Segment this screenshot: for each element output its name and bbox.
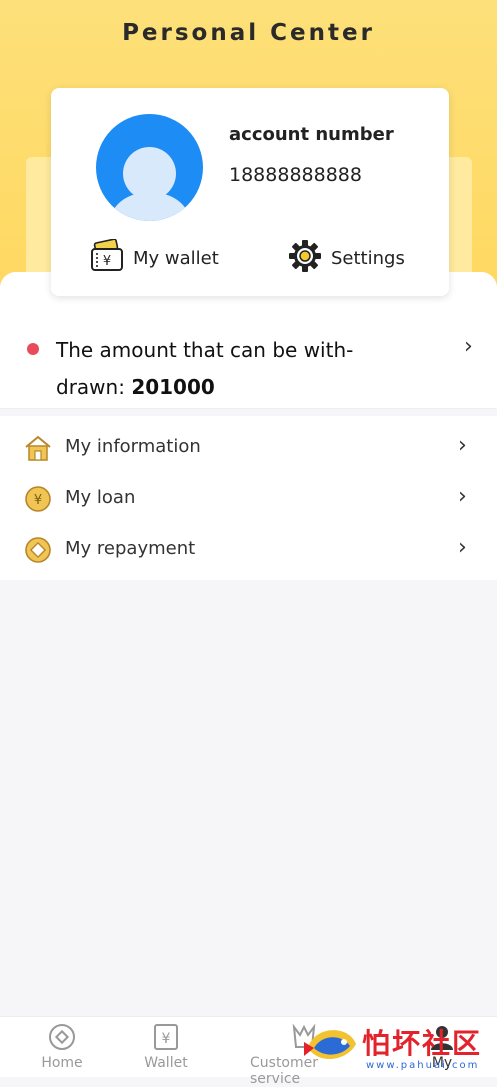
watermark-logo: 怕坏社区 www.pahuai.com bbox=[300, 1018, 497, 1076]
withdrawable-amount-row[interactable]: The amount that can be with-drawn: 20100… bbox=[0, 322, 497, 408]
settings-label: Settings bbox=[331, 247, 405, 269]
menu-item-label: My repayment bbox=[65, 538, 196, 559]
home-compass-icon bbox=[48, 1023, 76, 1051]
avatar[interactable] bbox=[96, 114, 203, 221]
svg-text:¥: ¥ bbox=[34, 493, 42, 508]
menu-item-label: My loan bbox=[65, 487, 136, 508]
yen-receipt-icon: ¥ bbox=[152, 1023, 180, 1051]
watermark-url: www.pahuai.com bbox=[366, 1060, 480, 1071]
menu-list: My information › ¥ My loan › My repaymen… bbox=[0, 416, 497, 580]
house-icon bbox=[24, 434, 52, 462]
withdrawable-amount-text: The amount that can be with-drawn: 20100… bbox=[56, 332, 386, 406]
menu-item-my-loan[interactable]: ¥ My loan › bbox=[0, 473, 497, 524]
my-wallet-button[interactable]: ¥ My wallet bbox=[89, 238, 219, 277]
avatar-body bbox=[110, 192, 190, 221]
tab-home[interactable]: Home bbox=[12, 1017, 112, 1077]
settings-button[interactable]: Settings bbox=[287, 240, 405, 276]
svg-text:¥: ¥ bbox=[162, 1031, 171, 1047]
yen-coin-icon: ¥ bbox=[24, 485, 52, 513]
tab-label: Home bbox=[41, 1055, 83, 1071]
tab-wallet[interactable]: ¥ Wallet bbox=[116, 1017, 216, 1077]
account-number-label: account number bbox=[229, 124, 394, 145]
status-dot bbox=[27, 343, 39, 355]
profile-card: account number 18888888888 ¥ My wallet S… bbox=[51, 88, 449, 296]
menu-item-my-information[interactable]: My information › bbox=[0, 422, 497, 473]
page-title: Personal Center bbox=[122, 20, 375, 46]
watermark-fish-icon bbox=[304, 1030, 356, 1060]
chevron-right-icon: › bbox=[458, 433, 467, 458]
withdrawable-amount-value: 201000 bbox=[131, 375, 215, 399]
chevron-right-icon: › bbox=[464, 334, 473, 359]
menu-item-label: My information bbox=[65, 436, 201, 457]
coin-icon bbox=[24, 536, 52, 564]
tab-label: Wallet bbox=[144, 1055, 188, 1071]
my-wallet-label: My wallet bbox=[133, 247, 219, 269]
chevron-right-icon: › bbox=[458, 484, 467, 509]
menu-item-my-repayment[interactable]: My repayment › bbox=[0, 524, 497, 575]
watermark-text: 怕坏社区 bbox=[362, 1027, 483, 1060]
wallet-icon: ¥ bbox=[89, 238, 125, 277]
account-number-value: 18888888888 bbox=[229, 164, 362, 186]
gear-icon bbox=[287, 238, 323, 278]
svg-text:¥: ¥ bbox=[103, 254, 111, 269]
chevron-right-icon: › bbox=[458, 535, 467, 560]
